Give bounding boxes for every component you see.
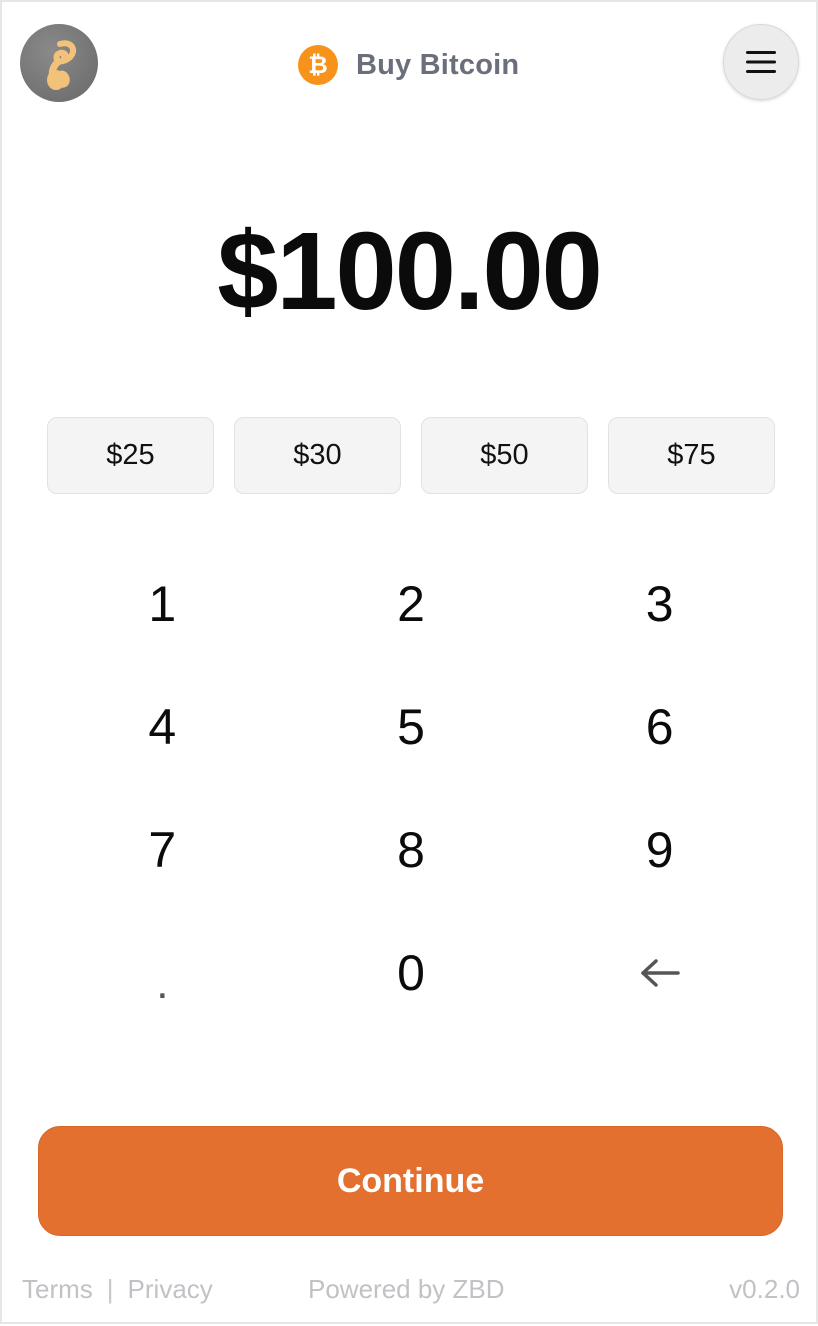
- page-title: Buy Bitcoin: [356, 48, 520, 81]
- footer-separator: |: [106, 1274, 114, 1304]
- privacy-link[interactable]: Privacy: [128, 1274, 213, 1305]
- menu-button[interactable]: [723, 24, 799, 100]
- key-0[interactable]: 0: [287, 911, 536, 1034]
- preset-button-30[interactable]: $30: [234, 417, 401, 494]
- backspace-key[interactable]: [535, 911, 784, 1034]
- bitcoin-icon: ₿: [298, 45, 338, 85]
- key-3[interactable]: 3: [535, 542, 784, 665]
- hamburger-menu-icon: [746, 51, 776, 73]
- avatar-logo-icon: [47, 40, 77, 90]
- amount-display: $100.00: [217, 210, 603, 333]
- preset-amounts: $25 $30 $50 $75: [47, 417, 775, 494]
- preset-button-75[interactable]: $75: [608, 417, 775, 494]
- key-7[interactable]: 7: [38, 788, 287, 911]
- numeric-keypad: 1 2 3 4 5 6 7 8 9 . 0: [38, 542, 784, 1034]
- key-8[interactable]: 8: [287, 788, 536, 911]
- terms-link[interactable]: Terms: [22, 1274, 93, 1305]
- svg-text:₿: ₿: [308, 52, 328, 78]
- key-6[interactable]: 6: [535, 665, 784, 788]
- version-label: v0.2.0: [729, 1274, 800, 1304]
- key-9[interactable]: 9: [535, 788, 784, 911]
- arrow-left-icon: [640, 958, 680, 987]
- key-1[interactable]: 1: [38, 542, 287, 665]
- preset-button-50[interactable]: $50: [421, 417, 588, 494]
- app-frame: ₿ Buy Bitcoin $100.00 $25 $30 $50 $75 1 …: [0, 0, 818, 1324]
- continue-button[interactable]: Continue: [38, 1126, 783, 1236]
- header-title: ₿ Buy Bitcoin: [298, 44, 519, 86]
- key-5[interactable]: 5: [287, 665, 536, 788]
- key-4[interactable]: 4: [38, 665, 287, 788]
- preset-button-25[interactable]: $25: [47, 417, 214, 494]
- footer: Terms | Privacy Powered by ZBD v0.2.0: [22, 1270, 800, 1310]
- key-2[interactable]: 2: [287, 542, 536, 665]
- avatar[interactable]: [20, 24, 98, 102]
- powered-by-text: Powered by ZBD: [308, 1274, 505, 1304]
- footer-links: Terms | Privacy: [22, 1274, 213, 1305]
- key-decimal[interactable]: .: [38, 911, 287, 1034]
